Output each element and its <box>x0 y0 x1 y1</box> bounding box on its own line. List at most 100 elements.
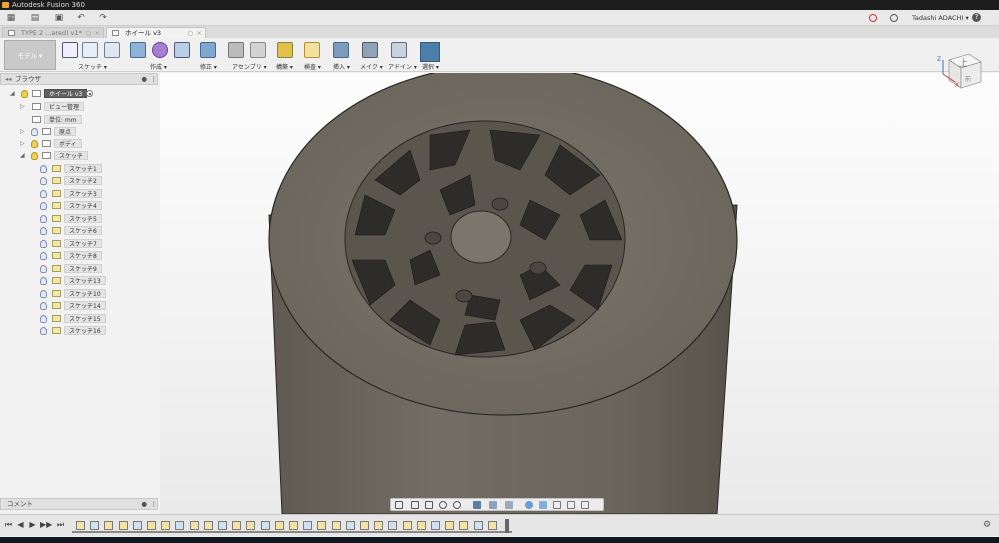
timeline-feature[interactable] <box>232 521 242 530</box>
timeline-feature[interactable] <box>289 521 298 530</box>
tree-row-sketch[interactable]: スケッチ14 <box>40 300 150 311</box>
group-insert[interactable]: 挿入 ▾ <box>333 62 350 71</box>
activate-radio-icon[interactable] <box>86 90 93 97</box>
visibility-bulb-icon[interactable] <box>40 252 47 260</box>
timeline-feature[interactable] <box>203 521 213 530</box>
help-icon[interactable]: ? <box>972 13 981 22</box>
timeline-feature[interactable] <box>345 521 355 530</box>
tree-row-sketch[interactable]: スケッチ4 <box>40 200 150 211</box>
timeline-next-button[interactable]: ▶▶ <box>40 520 52 530</box>
timeline-feature[interactable] <box>260 521 270 530</box>
view-cube-top-face[interactable]: 上 <box>959 56 968 69</box>
group-make[interactable]: メイク ▾ <box>360 62 383 71</box>
expand-toggle[interactable]: ◢ <box>20 150 28 161</box>
tree-row-sketches[interactable]: ◢ スケッチ <box>20 150 150 161</box>
collapse-icon[interactable]: ◂◂ <box>5 74 12 84</box>
tree-row-sketch[interactable]: スケッチ16 <box>40 325 150 336</box>
expand-toggle[interactable]: ▷ <box>20 126 28 137</box>
timeline-feature[interactable] <box>317 521 327 530</box>
timeline-first-button[interactable]: ⏮ <box>4 520 13 530</box>
expand-toggle[interactable]: ◢ <box>10 88 18 99</box>
timeline-last-button[interactable]: ⏭ <box>56 520 65 530</box>
tree-row-sketch[interactable]: スケッチ1 <box>40 163 150 174</box>
visibility-bulb-icon[interactable] <box>31 128 38 136</box>
timeline-feature[interactable] <box>189 521 199 530</box>
view-cube[interactable]: 上 前 Z X <box>935 48 985 98</box>
job-status-icon[interactable] <box>890 14 898 22</box>
tree-row-sketch[interactable]: スケッチ13 <box>40 275 150 286</box>
tree-row-sketch[interactable]: スケッチ2 <box>40 175 150 186</box>
select-icon[interactable] <box>420 42 440 62</box>
grid-settings-icon[interactable] <box>489 501 497 509</box>
scripts-icon[interactable] <box>391 42 407 58</box>
visibility-bulb-icon[interactable] <box>31 152 38 160</box>
3d-print-icon[interactable] <box>362 42 378 58</box>
pin-icon[interactable]: | <box>153 74 155 84</box>
tree-row-bodies[interactable]: ▷ ボディ <box>20 138 150 149</box>
zoom-icon[interactable] <box>439 501 447 509</box>
timeline-feature[interactable] <box>473 521 483 530</box>
timeline-marker[interactable] <box>505 519 509 533</box>
orbit-icon[interactable] <box>395 501 403 509</box>
pin-icon[interactable]: | <box>153 499 155 509</box>
timeline-feature[interactable] <box>132 521 142 530</box>
visibility-bulb-icon[interactable] <box>31 140 38 148</box>
visibility-bulb-icon[interactable] <box>40 202 47 210</box>
timeline-feature[interactable] <box>118 521 128 530</box>
record-icon[interactable] <box>869 14 877 22</box>
gear-icon[interactable]: ● <box>141 74 147 84</box>
browser-panel-header[interactable]: ◂◂ ブラウザ ● | <box>0 73 158 85</box>
expand-toggle[interactable]: ▷ <box>20 101 28 112</box>
offset-plane-icon[interactable] <box>277 42 293 58</box>
timeline-feature[interactable] <box>104 521 114 530</box>
timeline-feature[interactable] <box>402 521 412 530</box>
fit-icon[interactable] <box>453 501 461 509</box>
timeline-feature[interactable] <box>274 521 284 530</box>
timeline-feature[interactable] <box>161 521 171 530</box>
timeline-feature[interactable] <box>459 521 469 530</box>
file-icon[interactable]: ▤ <box>30 13 40 23</box>
visibility-bulb-icon[interactable] <box>40 327 47 335</box>
tree-row-origin[interactable]: ▷ 原点 <box>20 126 150 137</box>
undo-icon[interactable]: ↶ <box>76 13 86 23</box>
insert-image-icon[interactable] <box>333 42 349 58</box>
look-at-icon[interactable] <box>411 501 419 509</box>
group-inspect[interactable]: 検査 ▾ <box>304 62 321 71</box>
group-construct[interactable]: 構築 ▾ <box>276 62 293 71</box>
visibility-bulb-icon[interactable] <box>40 240 47 248</box>
comments-panel-header[interactable]: コメント ● | <box>0 498 158 510</box>
timeline-feature[interactable] <box>331 521 341 530</box>
tree-row-units[interactable]: 単位: mm <box>20 114 150 125</box>
expand-toggle[interactable]: ▷ <box>20 138 28 149</box>
tree-row-view[interactable]: ▷ ビュー管理 <box>20 101 150 112</box>
timeline-prev-button[interactable]: ◀ <box>16 520 25 530</box>
visible-edges-icon[interactable] <box>581 501 589 509</box>
tree-row-root[interactable]: ◢ ホイール v3 <box>10 88 150 99</box>
visibility-bulb-icon[interactable] <box>40 177 47 185</box>
group-assemble[interactable]: アセンブリ ▾ <box>232 62 267 71</box>
visibility-bulb-icon[interactable] <box>40 302 47 310</box>
user-menu[interactable]: Tadashi ADACHI ▾ <box>912 14 969 22</box>
timeline-feature[interactable] <box>76 521 85 530</box>
group-create[interactable]: 作成 ▾ <box>150 62 167 71</box>
group-addins[interactable]: アドイン ▾ <box>388 62 417 71</box>
timeline-feature[interactable] <box>360 521 369 530</box>
visibility-bulb-icon[interactable] <box>40 215 47 223</box>
create-sketch-icon[interactable] <box>62 42 78 58</box>
visibility-bulb-icon[interactable] <box>40 165 47 173</box>
viewports-icon[interactable] <box>505 501 513 509</box>
save-icon[interactable]: ▣ <box>54 13 64 23</box>
tab-type2[interactable]: TYPE 2 ...ared) v1* ○ × <box>2 27 104 38</box>
visibility-bulb-icon[interactable] <box>21 90 28 98</box>
gear-icon[interactable]: ⚙ <box>983 520 993 530</box>
rectangle-icon[interactable] <box>104 42 120 58</box>
tree-row-sketch[interactable]: スケッチ5 <box>40 213 150 224</box>
gear-icon[interactable]: ● <box>141 499 147 509</box>
timeline-feature[interactable] <box>175 521 185 530</box>
display-settings-icon[interactable] <box>473 501 481 509</box>
timeline-feature[interactable] <box>487 521 497 530</box>
timeline-feature[interactable] <box>218 521 227 530</box>
as-built-joint-icon[interactable] <box>250 42 266 58</box>
extrude-icon[interactable] <box>174 42 190 58</box>
timeline-feature[interactable] <box>431 521 440 530</box>
